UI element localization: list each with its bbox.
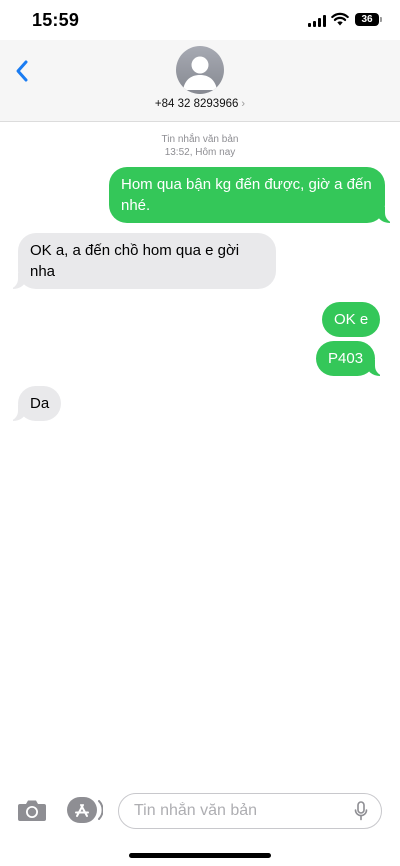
- battery-icon: 36: [355, 13, 382, 26]
- chevron-right-icon: ›: [241, 98, 246, 110]
- outgoing-message-bubble[interactable]: P403: [316, 341, 386, 376]
- contact-number[interactable]: +84 32 8293966 ›: [0, 98, 400, 110]
- outgoing-message-bubble[interactable]: Hom qua bận kg đến được, giờ a đến nhé.: [109, 167, 395, 223]
- camera-icon[interactable]: [17, 797, 47, 823]
- incoming-message-bubble[interactable]: OK a, a đến chồ hom qua e gời nha: [8, 233, 276, 289]
- back-chevron-icon[interactable]: [10, 56, 38, 86]
- outgoing-message-bubble[interactable]: OK e: [322, 302, 381, 337]
- person-silhouette-icon: [183, 56, 217, 90]
- contact-avatar[interactable]: [176, 46, 224, 94]
- message-time-label: 13:52, Hôm nay: [164, 147, 236, 158]
- incoming-message-bubble[interactable]: Da: [7, 386, 62, 421]
- cellular-signal-icon: [308, 15, 326, 27]
- message-type-label: Tin nhắn văn bản: [161, 134, 239, 145]
- app-store-icon[interactable]: [67, 797, 103, 823]
- microphone-icon[interactable]: [353, 801, 369, 821]
- conversation-header: +84 32 8293966 ›: [0, 40, 400, 122]
- wifi-icon: [331, 12, 349, 26]
- message-input[interactable]: [118, 793, 382, 829]
- status-bar: 15:59 36: [0, 0, 400, 40]
- home-indicator[interactable]: [129, 853, 271, 858]
- thread-timestamp: Tin nhắn văn bản 13:52, Hôm nay: [0, 133, 400, 159]
- status-time: 15:59: [32, 10, 80, 30]
- contact-number-text: +84 32 8293966: [154, 98, 239, 110]
